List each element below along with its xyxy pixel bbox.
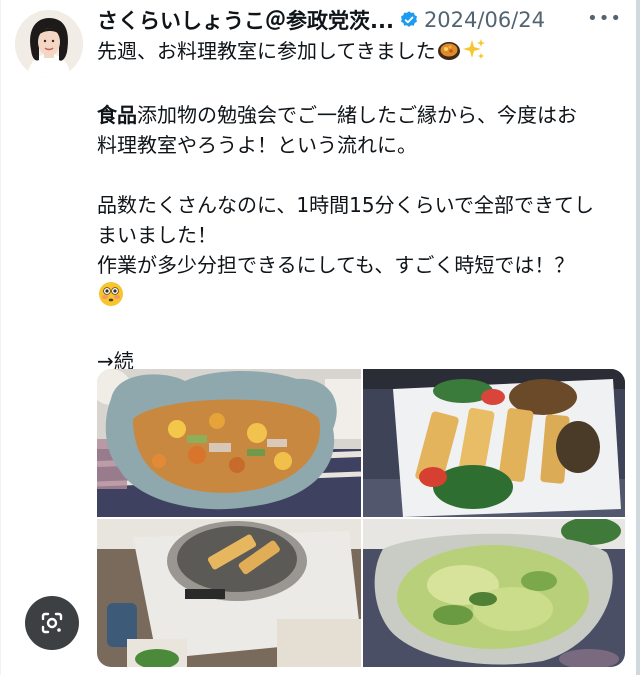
tweet-line-6: 作業が多少分担できるにしても、すごく時短では！？: [97, 253, 575, 277]
display-name[interactable]: さくらいしょうこ＠参政党茨...: [97, 5, 394, 35]
media-grid: [97, 369, 625, 667]
curry-emoji-icon: [436, 38, 462, 70]
scrollbar-edge: [636, 0, 640, 675]
avatar[interactable]: [15, 10, 83, 78]
photo-curry-bowl[interactable]: [97, 369, 361, 517]
photo-cabbage-salad[interactable]: [363, 519, 625, 667]
flushed-face-emoji-icon: [97, 280, 125, 316]
tweet-line-3: 料理教室やろうよ！という流れに。: [97, 133, 417, 157]
photo-spring-rolls[interactable]: [363, 369, 625, 517]
google-lens-icon[interactable]: [25, 596, 79, 650]
verified-badge-icon: [399, 10, 419, 30]
tweet-date[interactable]: 2024/06/24: [424, 8, 545, 32]
tweet-line-7: [97, 280, 626, 316]
sparkles-emoji-icon: [462, 38, 486, 70]
photo-frying-pan[interactable]: [97, 519, 361, 667]
more-options-icon[interactable]: •••: [587, 8, 622, 29]
tweet-header: さくらいしょうこ＠参政党茨... 2024/06/24 •••: [97, 6, 622, 34]
tweet-body: 先週、お料理教室に参加してきました 食品添加物の勉強会でご一緒したご縁から、今度…: [97, 36, 626, 376]
tweet-line-2: 食品添加物の勉強会でご一緒したご縁から、今度はお: [97, 103, 577, 127]
tweet-line-5: まいました！: [97, 223, 217, 247]
tweet-card[interactable]: さくらいしょうこ＠参政党茨... 2024/06/24 ••• 先週、お料理教室…: [0, 0, 640, 675]
tweet-line-1: 先週、お料理教室に参加してきました: [97, 36, 626, 70]
tweet-line-4: 品数たくさんなのに、1時間15分くらいで全部できてし: [97, 193, 594, 217]
